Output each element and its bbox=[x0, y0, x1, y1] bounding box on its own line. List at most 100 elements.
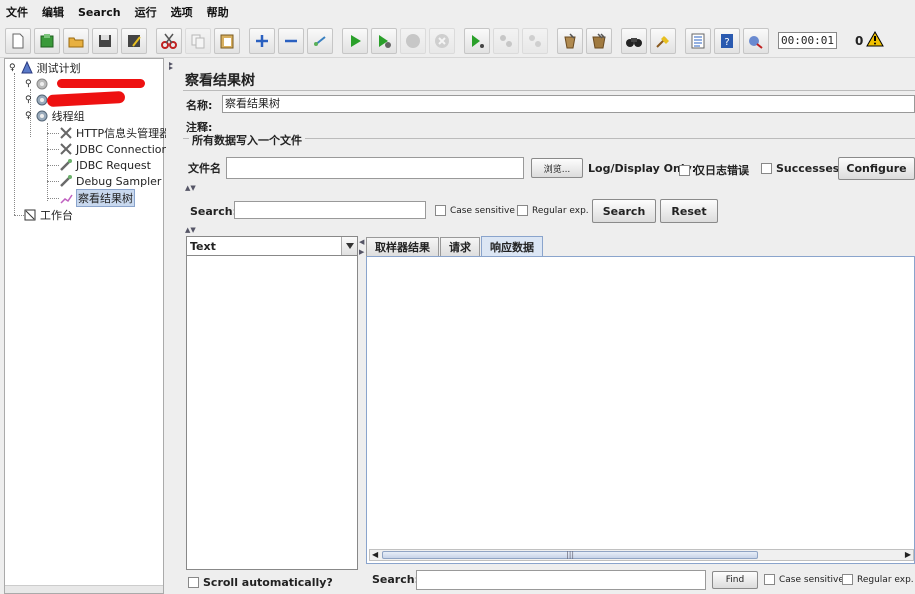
save-icon bbox=[99, 34, 111, 47]
configure-button[interactable]: Configure bbox=[838, 157, 915, 180]
splitter-arrows-icon bbox=[169, 62, 173, 70]
find-button[interactable]: Find bbox=[712, 571, 758, 589]
name-field[interactable]: 察看结果树 bbox=[222, 95, 915, 113]
tree-node-test-plan[interactable]: ♀ 测试计划 bbox=[9, 60, 81, 76]
tree-node-redacted-1[interactable]: ⚲ bbox=[25, 76, 49, 92]
collapse-handle-icon[interactable]: ♀ bbox=[9, 63, 16, 73]
scroll-left-icon[interactable]: ◀ bbox=[372, 550, 378, 559]
response-case-sensitive-checkbox[interactable]: Case sensitive bbox=[764, 574, 844, 585]
log-viewer-button[interactable] bbox=[743, 27, 769, 54]
results-list-pane: Text Scroll automatically? bbox=[186, 236, 358, 592]
tree-node-http-header-manager[interactable]: HTTP信息头管理器 bbox=[59, 125, 170, 141]
tree-node-view-results-tree[interactable]: 察看结果树 bbox=[59, 189, 135, 207]
remote-stop-button[interactable] bbox=[493, 27, 519, 54]
errors-only-checkbox[interactable]: 仅日志错误 bbox=[679, 162, 749, 178]
checkbox-box[interactable] bbox=[764, 574, 775, 585]
result-tabs: 取样器结果 请求 响应数据 bbox=[366, 236, 544, 256]
help-icon: ? bbox=[721, 33, 733, 48]
save-button[interactable] bbox=[92, 27, 118, 54]
shutdown-button[interactable] bbox=[429, 27, 455, 54]
remote-start-button[interactable] bbox=[464, 27, 490, 54]
expand-button[interactable] bbox=[249, 27, 275, 54]
menu-search[interactable]: Search bbox=[78, 6, 121, 19]
template-button[interactable] bbox=[34, 27, 60, 54]
menu-help[interactable]: 帮助 bbox=[207, 4, 229, 20]
successes-checkbox[interactable]: Successes bbox=[761, 162, 839, 175]
checkbox-box[interactable] bbox=[842, 574, 853, 585]
expand-handle-icon[interactable]: ⚲ bbox=[25, 79, 32, 89]
collapse-divider[interactable]: ▲▼ bbox=[183, 185, 915, 192]
renderer-select[interactable]: Text bbox=[186, 236, 358, 256]
paste-button[interactable] bbox=[214, 27, 240, 54]
browse-button[interactable]: 浏览... bbox=[531, 158, 583, 178]
tree-node-thread-group[interactable]: ♀ 线程组 bbox=[25, 108, 85, 124]
checkbox-box[interactable] bbox=[679, 164, 690, 176]
new-button[interactable] bbox=[5, 27, 31, 54]
tree-node-debug-sampler[interactable]: Debug Sampler bbox=[59, 173, 161, 189]
start-button[interactable] bbox=[342, 27, 368, 54]
search-button[interactable] bbox=[621, 27, 647, 54]
successes-label: Successes bbox=[776, 162, 840, 175]
warning-icon[interactable] bbox=[866, 30, 885, 50]
copy-button[interactable] bbox=[185, 27, 211, 54]
collapse-handle-icon[interactable]: ♀ bbox=[25, 111, 32, 121]
response-regex-checkbox[interactable]: Regular exp. bbox=[842, 574, 914, 585]
tab-response-data[interactable]: 响应数据 bbox=[481, 236, 543, 256]
collapse-divider[interactable]: ▲▼ bbox=[183, 226, 915, 234]
checkbox-box[interactable] bbox=[435, 205, 446, 216]
toggle-button[interactable] bbox=[307, 27, 333, 54]
stop-button[interactable] bbox=[400, 27, 426, 54]
menu-run[interactable]: 运行 bbox=[135, 4, 157, 20]
clear-all-button[interactable] bbox=[586, 27, 612, 54]
tree-node-redacted-2[interactable]: ⚲ bbox=[25, 92, 49, 108]
start-no-pause-button[interactable] bbox=[371, 27, 397, 54]
collapse-button[interactable] bbox=[278, 27, 304, 54]
help-button[interactable]: ? bbox=[714, 27, 740, 54]
clear-button[interactable] bbox=[557, 27, 583, 54]
view-results-tree-panel: 察看结果树 名称: 察看结果树 注释: 所有数据写入一个文件 文件名 浏览...… bbox=[180, 62, 915, 594]
scroll-automatically-checkbox[interactable]: Scroll automatically? bbox=[188, 576, 333, 589]
results-splitter[interactable]: ◀ ▶ bbox=[359, 236, 365, 592]
case-sensitive-checkbox[interactable]: Case sensitive bbox=[435, 205, 515, 216]
tab-sampler-result[interactable]: 取样器结果 bbox=[366, 237, 439, 256]
response-search-bar: Search: Find Case sensitive Regular exp. bbox=[366, 568, 915, 590]
save-as-button[interactable] bbox=[121, 27, 147, 54]
search-button[interactable]: Search bbox=[592, 199, 656, 223]
menu-options[interactable]: 选项 bbox=[171, 4, 193, 20]
expand-handle-icon[interactable]: ⚲ bbox=[25, 95, 32, 105]
results-list[interactable] bbox=[186, 256, 358, 570]
reset-button[interactable]: Reset bbox=[660, 199, 718, 223]
response-search-input[interactable] bbox=[416, 570, 706, 590]
tree-node-jdbc-connection[interactable]: JDBC Connection bbox=[59, 141, 169, 157]
dropdown-button[interactable] bbox=[341, 237, 357, 255]
filename-input[interactable] bbox=[226, 157, 524, 179]
checkbox-box[interactable] bbox=[761, 163, 772, 174]
search-input[interactable] bbox=[234, 201, 426, 219]
chart-icon bbox=[60, 194, 73, 204]
reset-search-button[interactable] bbox=[650, 27, 676, 54]
scroll-grip-icon: ||| bbox=[566, 550, 575, 559]
tab-request[interactable]: 请求 bbox=[440, 237, 480, 256]
svg-text:?: ? bbox=[724, 37, 729, 48]
test-plan-tree[interactable]: ♀ 测试计划 ⚲ ⚲ ♀ 线程组 HTTP信息头管理器 JDBC Connect… bbox=[4, 58, 170, 594]
wrench-icon bbox=[60, 143, 72, 155]
tree-node-jdbc-request[interactable]: JDBC Request bbox=[59, 157, 151, 173]
tree-horizontal-scrollbar[interactable] bbox=[5, 585, 163, 593]
scroll-right-icon[interactable]: ▶ bbox=[905, 550, 911, 559]
menu-edit[interactable]: 编辑 bbox=[42, 4, 64, 20]
response-data-area[interactable]: ◀ ||| ▶ bbox=[366, 256, 915, 564]
comment-field[interactable] bbox=[222, 117, 915, 135]
tree-node-workbench[interactable]: 工作台 bbox=[23, 207, 73, 223]
response-horizontal-scrollbar[interactable]: ◀ ||| ▶ bbox=[369, 549, 914, 561]
open-button[interactable] bbox=[63, 27, 89, 54]
collapse-arrows-icon: ▲▼ bbox=[185, 226, 196, 234]
clear-all-icon bbox=[592, 32, 606, 48]
menu-file[interactable]: 文件 bbox=[6, 4, 28, 20]
function-helper-button[interactable] bbox=[685, 27, 711, 54]
remote-shutdown-button[interactable] bbox=[522, 27, 548, 54]
checkbox-box[interactable] bbox=[517, 205, 528, 216]
main-splitter[interactable] bbox=[166, 58, 176, 594]
cut-button[interactable] bbox=[156, 27, 182, 54]
checkbox-box[interactable] bbox=[188, 577, 199, 588]
regex-checkbox[interactable]: Regular exp. bbox=[517, 205, 589, 216]
